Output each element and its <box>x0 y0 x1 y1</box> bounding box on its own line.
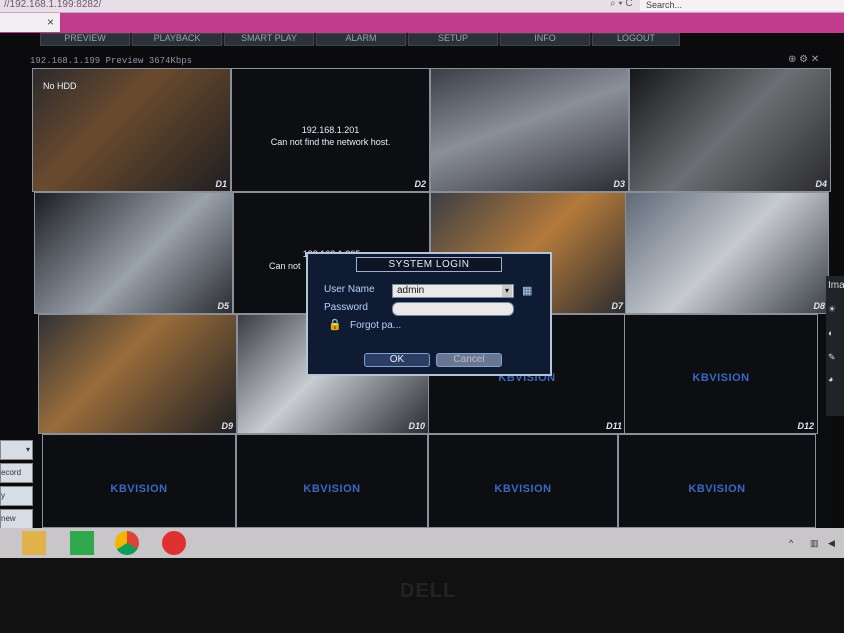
close-tab-icon[interactable]: × <box>47 15 54 29</box>
chrome-icon[interactable] <box>115 531 139 555</box>
search-icon[interactable]: ⌕ ▾ C <box>610 0 633 9</box>
menu-alarm[interactable]: ALARM <box>316 33 406 46</box>
browser-tab[interactable]: × <box>0 13 60 32</box>
channel-label: D1 <box>215 179 227 189</box>
channel-label: D9 <box>221 421 233 431</box>
channel-d3[interactable]: D3 <box>430 68 629 192</box>
zoom-icon[interactable]: ⊕ <box>788 54 796 65</box>
preview-tools: ⊕ ⚙ ✕ <box>788 54 819 65</box>
keyboard-icon[interactable]: ▦ <box>522 284 532 297</box>
image-panel-label: Imag <box>828 280 844 291</box>
channel-empty[interactable]: KBVISION <box>428 434 618 528</box>
preview-status: 192.168.1.199 Preview 3674Kbps <box>30 56 193 66</box>
lock-icon: 🔒 <box>328 319 342 331</box>
username-field[interactable]: admin ▾ <box>392 284 514 298</box>
file-explorer-icon[interactable] <box>22 531 46 555</box>
offline-message: 192.168.1.201 Can not find the network h… <box>232 124 429 148</box>
channel-d1[interactable]: No HDD D1 <box>32 68 231 192</box>
channel-empty[interactable]: KBVISION <box>236 434 428 528</box>
kbvision-logo: KBVISION <box>494 483 552 495</box>
hue-icon[interactable]: ◕ <box>828 374 833 384</box>
store-icon[interactable] <box>70 531 94 555</box>
kbvision-logo: KBVISION <box>688 483 746 495</box>
contrast-icon[interactable]: ◐ <box>828 328 833 338</box>
menu-playback[interactable]: PLAYBACK <box>132 33 222 46</box>
menu-logout[interactable]: LOGOUT <box>592 33 680 46</box>
windows-taskbar: ^ ▥ ◀ <box>0 528 844 558</box>
tool-icon[interactable]: ⚙ <box>799 54 808 65</box>
system-login-dialog: SYSTEM LOGIN User Name admin ▾ ▦ Passwor… <box>306 252 552 376</box>
browser-search-input[interactable]: Search... <box>640 0 844 11</box>
channel-label: D12 <box>797 421 814 431</box>
record-button[interactable]: ecord <box>0 463 33 483</box>
channel-d2[interactable]: 192.168.1.201 Can not find the network h… <box>231 68 430 192</box>
channel-d8[interactable]: D8 <box>625 192 829 314</box>
chevron-down-icon[interactable]: ▾ <box>502 285 512 297</box>
password-field[interactable] <box>392 302 514 316</box>
left-dropdown[interactable]: ▾ <box>0 440 33 460</box>
browser-tab-bar: × <box>0 13 844 33</box>
address-url[interactable]: //192.168.1.199:8282/ <box>4 0 101 10</box>
nvr-main-menu: PREVIEW PLAYBACK SMART PLAY ALARM SETUP … <box>40 33 680 46</box>
ok-button[interactable]: OK <box>364 353 430 367</box>
channel-label: D4 <box>815 179 827 189</box>
menu-smart-play[interactable]: SMART PLAY <box>224 33 314 46</box>
channel-label: D3 <box>613 179 625 189</box>
saturation-icon[interactable]: ✎ <box>828 352 836 363</box>
channel-empty[interactable]: KBVISION <box>618 434 816 528</box>
kbvision-logo: KBVISION <box>303 483 361 495</box>
left-button-y[interactable]: y <box>0 486 33 506</box>
chevron-down-icon: ▾ <box>25 445 30 454</box>
channel-label: D8 <box>813 301 825 311</box>
chevron-up-icon[interactable]: ^ <box>789 538 793 548</box>
channel-d4[interactable]: D4 <box>629 68 831 192</box>
channel-label: D2 <box>414 179 426 189</box>
menu-info[interactable]: INFO <box>500 33 590 46</box>
channel-label: D11 <box>606 421 622 431</box>
channel-ip: 192.168.1.201 <box>301 125 360 135</box>
volume-icon[interactable]: ◀ <box>828 538 835 549</box>
cancel-button[interactable]: Cancel <box>436 353 502 367</box>
dialog-title: SYSTEM LOGIN <box>356 257 502 272</box>
channel-d12[interactable]: KBVISION D12 <box>624 314 818 434</box>
left-button-new[interactable]: new <box>0 509 33 529</box>
kbvision-logo: KBVISION <box>692 372 750 384</box>
channel-d9[interactable]: D9 <box>38 314 237 434</box>
username-label: User Name <box>324 284 375 295</box>
offline-text: Can not find the network host. <box>270 137 391 147</box>
channel-label: D10 <box>408 421 425 431</box>
kbvision-logo: KBVISION <box>110 483 168 495</box>
browser-address-bar[interactable]: //192.168.1.199:8282/ ⌕ ▾ C Search... <box>0 0 844 13</box>
left-panel: ▾ ecord y new <box>0 438 33 530</box>
forgot-password-link[interactable]: Forgot pa... <box>350 320 401 331</box>
channel-label: D5 <box>217 301 229 311</box>
no-hdd-label: No HDD <box>43 81 77 91</box>
image-panel: Imag ☀ ◐ ✎ ◕ <box>826 276 844 416</box>
close-icon[interactable]: ✕ <box>811 54 819 65</box>
password-label: Password <box>324 302 368 313</box>
username-value: admin <box>397 285 425 296</box>
menu-preview[interactable]: PREVIEW <box>40 33 130 46</box>
channel-label: D7 <box>611 301 623 311</box>
monitor-bezel: DELL <box>0 558 844 633</box>
network-icon[interactable]: ▥ <box>810 538 819 549</box>
brightness-icon[interactable]: ☀ <box>828 304 836 315</box>
opera-icon[interactable] <box>162 531 186 555</box>
monitor-logo: DELL <box>400 580 457 602</box>
menu-setup[interactable]: SETUP <box>408 33 498 46</box>
channel-d5[interactable]: D5 <box>34 192 233 314</box>
channel-empty[interactable]: KBVISION <box>42 434 236 528</box>
